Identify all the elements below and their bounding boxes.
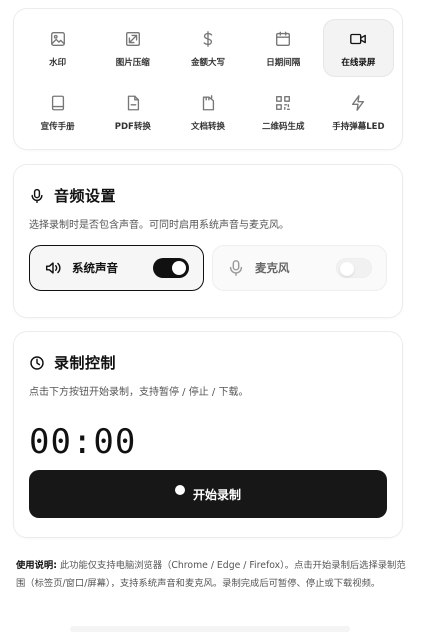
tool-label: 在线录屏 [341,57,376,68]
pdf-file-icon [123,93,143,113]
calendar-icon [273,29,293,49]
video-icon [348,29,368,49]
tool-label: 金额大写 [190,57,225,68]
microphone-option[interactable]: 麦克风 [212,245,387,291]
booklet-icon [48,93,68,113]
audio-settings-description: 选择录制时是否包含声音。可同时启用系统声音与麦克风。 [29,220,289,231]
speaker-icon [45,262,61,274]
tool-brochure[interactable]: 宣传手册 [22,83,93,141]
lightning-icon [348,93,368,113]
tool-label: 日期间隔 [266,57,301,68]
clock-icon [30,355,44,370]
bottom-divider [70,626,350,632]
tool-led-scroller[interactable]: 手持弹幕LED [323,83,394,141]
tool-label: 手持弹幕LED [332,121,385,132]
audio-options: 系统声音 麦克风 [29,245,387,291]
microphone-icon [31,188,43,203]
microphone-label: 麦克风 [255,261,290,275]
microphone-toggle[interactable] [336,258,372,278]
document-icon [198,93,218,113]
start-recording-button[interactable]: 开始录制 [29,470,387,518]
image-icon [48,29,68,49]
tool-watermark[interactable]: 水印 [22,19,93,77]
tool-grid: 水印 图片压缩 金额大写 日期间隔 在线录屏 宣传手册 PDF转换 文档转换 二… [22,19,394,141]
compress-icon [123,29,143,49]
tool-qrcode[interactable]: 二维码生成 [248,83,319,141]
toggle-knob [340,262,354,276]
recording-control-title-text: 录制控制 [54,354,117,372]
recording-control-card: 录制控制 点击下方按钮开始录制，支持暂停 / 停止 / 下载。 00:00 开始… [13,331,403,538]
dollar-icon [198,29,218,49]
audio-settings-card: 音频设置 选择录制时是否包含声音。可同时启用系统声音与麦克风。 系统声音 麦克风 [13,164,403,318]
system-sound-option[interactable]: 系统声音 [29,245,204,291]
start-recording-label: 开始录制 [192,487,241,502]
audio-settings-title-text: 音频设置 [54,187,117,205]
usage-note-text: 此功能仅支持电脑浏览器（Chrome / Edge / Firefox）。点击开… [16,560,406,589]
usage-note-heading: 使用说明: [16,560,57,571]
tool-amount-uppercase[interactable]: 金额大写 [172,19,243,77]
audio-settings-title: 音频设置 [29,185,387,206]
tool-pdf-convert[interactable]: PDF转换 [97,83,168,141]
usage-note: 使用说明: 此功能仅支持电脑浏览器（Chrome / Edge / Firefo… [16,557,408,593]
toggle-knob [172,261,186,275]
tool-grid-card: 水印 图片压缩 金额大写 日期间隔 在线录屏 宣传手册 PDF转换 文档转换 二… [13,8,403,150]
tool-label: 图片压缩 [115,57,150,68]
tool-date-interval[interactable]: 日期间隔 [248,19,319,77]
recording-control-description: 点击下方按钮开始录制，支持暂停 / 停止 / 下载。 [29,387,249,398]
system-sound-toggle[interactable] [153,258,189,278]
recording-control-title: 录制控制 [29,352,387,373]
tool-label: 宣传手册 [40,121,75,132]
tool-document-convert[interactable]: 文档转换 [172,83,243,141]
recording-timer: 00:00 [29,422,137,462]
tool-label: PDF转换 [114,121,151,132]
system-sound-label: 系统声音 [72,261,118,275]
tool-image-compress[interactable]: 图片压缩 [97,19,168,77]
record-dot-icon [174,485,185,495]
qrcode-icon [273,93,293,113]
tool-label: 二维码生成 [261,121,305,132]
tool-label: 水印 [49,57,67,68]
tool-label: 文档转换 [190,121,225,132]
microphone-icon [229,260,243,276]
tool-screen-record[interactable]: 在线录屏 [322,19,394,77]
